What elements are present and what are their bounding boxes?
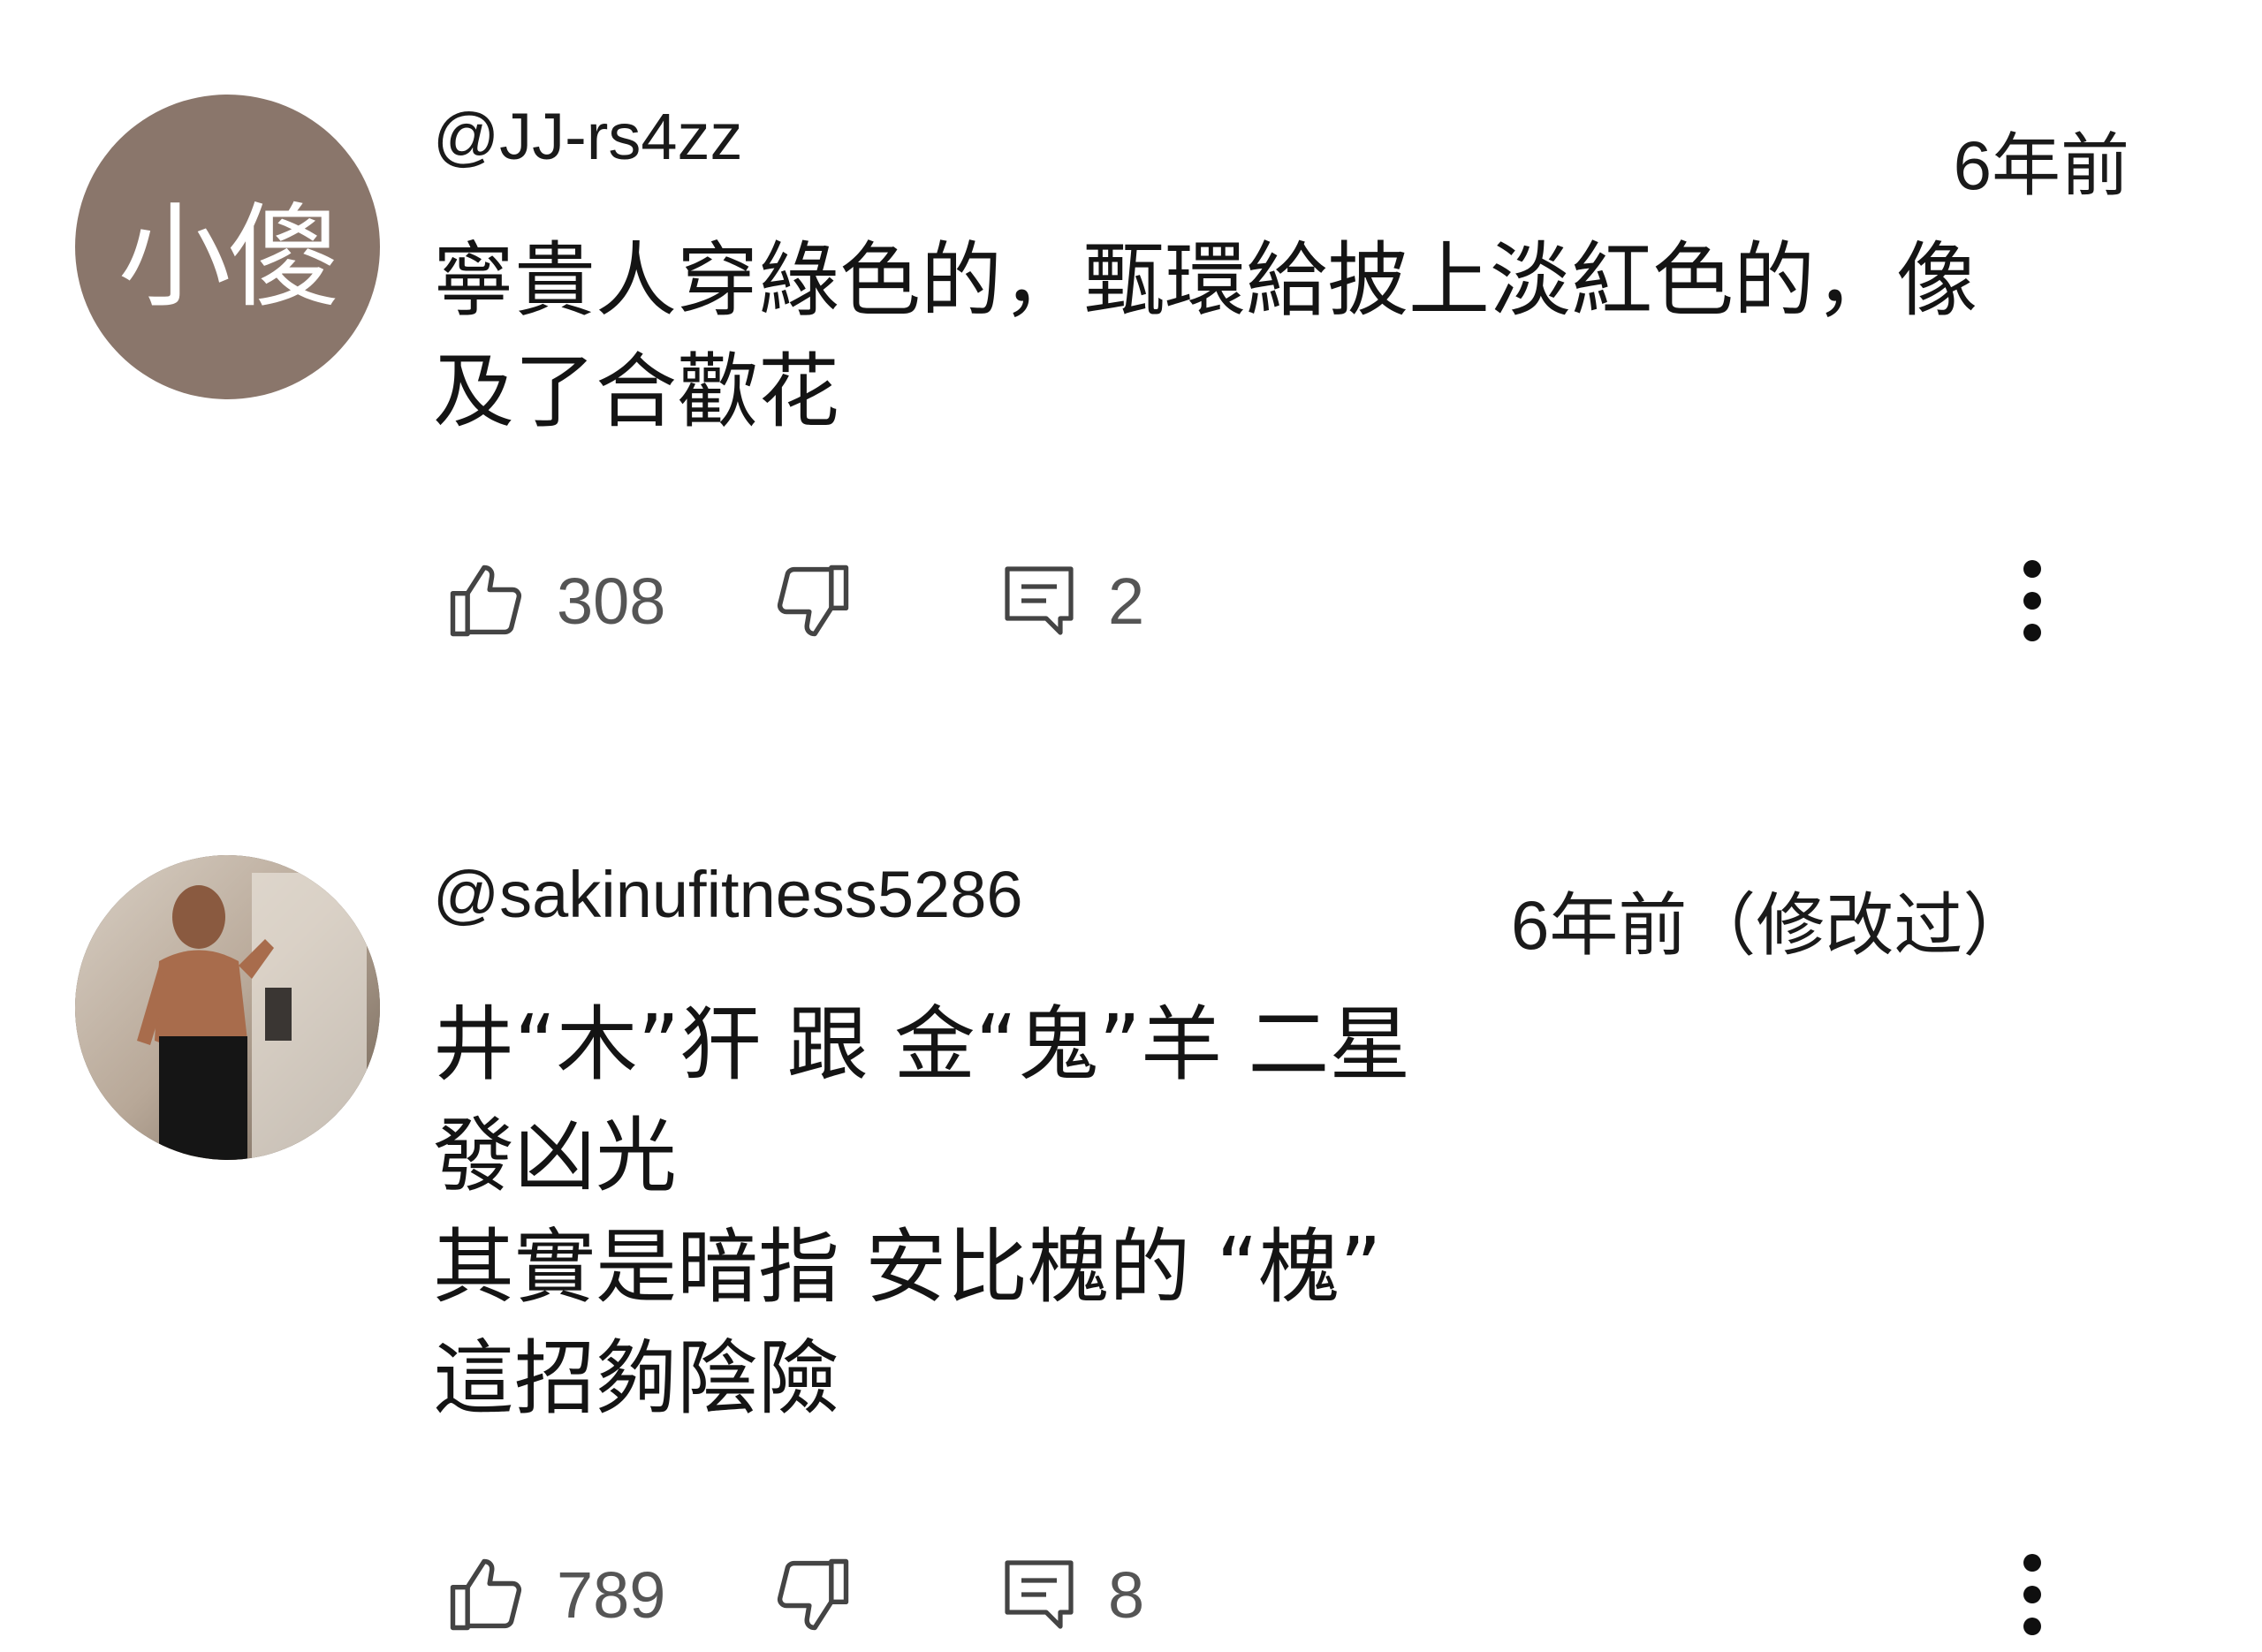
avatar[interactable]: 小傻 [75,95,380,399]
more-vertical-icon-dot [2023,592,2041,610]
more-vertical-icon-dot [2023,1618,2041,1635]
comment-text-line: 及了合歡花 [433,345,840,439]
comment-author[interactable]: @sakinufitness5286 [433,857,1023,932]
comment-actions: 308 2 [0,543,2262,658]
thumbs-down-icon [777,565,849,637]
avatar-photo [75,855,380,1160]
comment-text-line: 其實是暗指 安比槐的 “槐” [433,1220,1382,1315]
comment-text: 寧貴人穿綠色的，甄環給披上淡紅色的，像 及了合歡花 [433,225,2147,448]
reply-button[interactable]: 2 [997,543,1144,658]
comment: @sakinufitness5286 6年前（修改过） 井“木”犴 跟 金“鬼”… [0,795,2262,1635]
more-options-button[interactable] [2006,543,2059,658]
dislike-button[interactable] [769,543,857,658]
like-button[interactable]: 308 [442,543,665,658]
comment-text-line: 寧貴人穿綠色的，甄環給披上淡紅色的，像 [433,233,1978,328]
more-vertical-icon [2023,1554,2041,1572]
comment-author[interactable]: @JJ-rs4zz [433,99,743,174]
thumbs-up-icon [450,565,522,637]
comment-text: 井“木”犴 跟 金“鬼”羊 二星 發凶光 其實是暗指 安比槐的 “槐” 這招夠陰… [433,989,1582,1435]
comment-text-line: 發凶光 [433,1109,678,1203]
comment-timestamp[interactable]: 6年前（修改过） [1511,870,2031,969]
comment-timestamp[interactable]: 6年前 [1954,110,2129,209]
comment-text-line: 這招夠陰險 [433,1331,840,1426]
reply-count: 2 [1108,564,1145,638]
reply-icon [1005,1560,1074,1629]
like-button[interactable]: 789 [442,1537,665,1652]
comment-text-line: 井“木”犴 跟 金“鬼”羊 二星 [433,997,1411,1092]
like-count: 308 [557,564,666,638]
thumbs-down-icon [777,1558,849,1631]
thumbs-up-icon [450,1558,522,1631]
more-vertical-icon-dot [2023,1586,2041,1603]
avatar-initials: 小傻 [118,192,340,323]
reply-button[interactable]: 8 [997,1537,1144,1652]
more-options-button[interactable] [2006,1537,2059,1652]
comment: 小傻 @JJ-rs4zz 6年前 寧貴人穿綠色的，甄環給披上淡紅色的，像 及了合… [0,0,2262,795]
reply-icon [1005,566,1074,635]
comment-actions: 789 8 [0,1537,2262,1652]
more-vertical-icon [2023,560,2041,578]
avatar[interactable] [75,855,380,1160]
more-vertical-icon-dot [2023,624,2041,641]
dislike-button[interactable] [769,1537,857,1652]
